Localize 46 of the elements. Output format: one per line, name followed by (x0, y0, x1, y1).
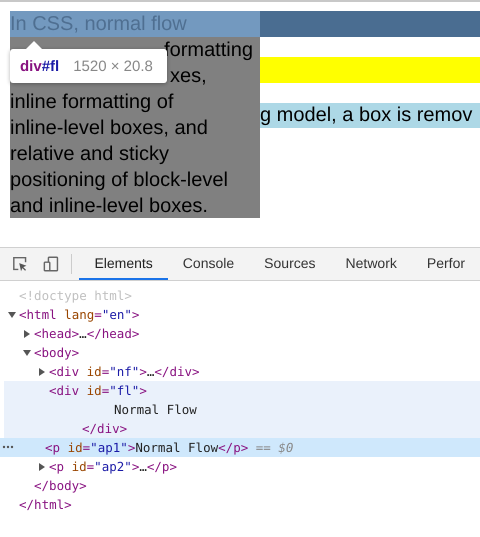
expand-triangle-icon[interactable] (23, 330, 31, 338)
dom-node-markup: <p id="ap1">Normal Flow</p> == $0 (45, 439, 294, 457)
dom-tree-row[interactable]: Normal Flow (4, 400, 480, 419)
devtools-tab[interactable]: Network (330, 248, 412, 280)
box-text-line: inline-level boxes, and (10, 117, 208, 139)
dom-tree-row[interactable]: <p id="ap1">Normal Flow</p> == $0 (0, 438, 480, 457)
expand-triangle-icon[interactable] (38, 462, 46, 470)
inspect-icon[interactable] (12, 255, 28, 273)
devtools-tab[interactable]: Sources (249, 248, 331, 280)
dom-node-markup: </html> (19, 496, 72, 514)
collapse-triangle-icon[interactable] (8, 310, 16, 318)
device-toggle-icon[interactable] (43, 255, 60, 273)
dom-tree-row[interactable]: <body> (4, 343, 480, 362)
dom-tree-row[interactable]: <p id="ap2">…</p> (4, 457, 480, 476)
dom-tree-row[interactable]: </html> (4, 495, 480, 514)
devtools-tab[interactable]: Elements (79, 248, 168, 280)
box-text-line: inline formatting of (10, 91, 174, 113)
more-icon[interactable] (2, 445, 14, 449)
collapse-triangle-icon[interactable] (23, 348, 31, 356)
dom-node-markup: </body> (34, 477, 87, 495)
dom-tree-row[interactable]: <div id="fl"> (4, 381, 480, 400)
devtools-tab[interactable]: Console (168, 248, 250, 280)
dom-node-markup: <div id="nf">…</div> (49, 363, 200, 381)
element-size: 1520 × 20.8 (73, 58, 153, 74)
dom-tree-row[interactable]: <div id="nf">…</div> (4, 362, 480, 381)
dom-tree-row[interactable]: <html lang="en"> (4, 305, 480, 324)
paragraph-text: g model, a box is remov (260, 104, 472, 126)
dom-node-markup: Normal Flow (114, 401, 197, 419)
dom-node-markup: </div> (82, 420, 128, 438)
dom-tree-row[interactable]: <head>…</head> (4, 324, 480, 343)
box-text-line: formatting (164, 39, 253, 61)
box-text-line: xes, (170, 65, 207, 87)
dom-node-markup: <div id="fl"> (49, 382, 147, 400)
dom-node-markup: <html lang="en"> (19, 306, 140, 324)
dom-tree-row[interactable]: </body> (4, 476, 480, 495)
box-text-line: positioning of block-level (10, 169, 228, 191)
dom-node-markup: <p id="ap2">…</p> (49, 458, 177, 476)
element-selector: div#fl (20, 58, 60, 74)
devtools-tab[interactable]: Perfor (412, 248, 480, 280)
dom-node-markup: <head>…</head> (34, 325, 140, 343)
dom-node-markup: <!doctype html> (19, 287, 132, 305)
dom-tree-row[interactable]: </div> (4, 419, 480, 438)
box-text-line: relative and sticky (10, 143, 169, 165)
expand-triangle-icon[interactable] (38, 368, 46, 376)
box-text-line: and inline-level boxes. (10, 195, 208, 217)
dom-node-markup: <body> (34, 344, 80, 362)
